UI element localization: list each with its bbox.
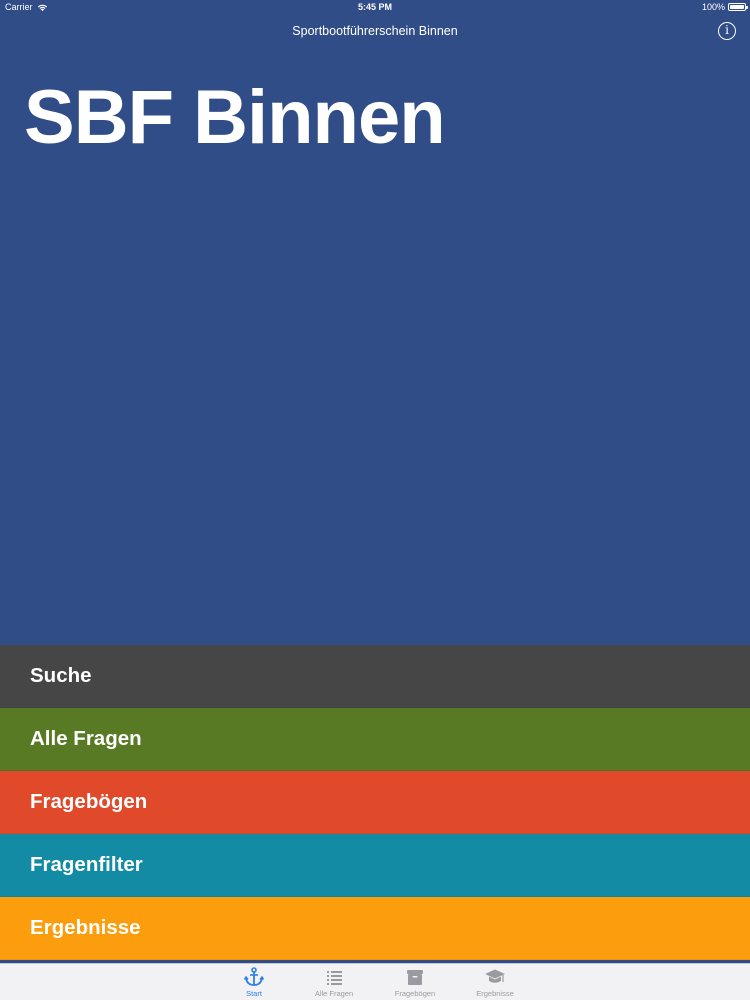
tab-label: Start xyxy=(246,989,262,998)
list-icon xyxy=(327,971,342,985)
battery-icon xyxy=(728,3,748,11)
menu-item-frageboegen[interactable]: Fragebögen xyxy=(0,771,750,834)
menu-item-fragenfilter[interactable]: Fragenfilter xyxy=(0,834,750,897)
tab-frageboegen[interactable]: Fragebögen xyxy=(375,964,455,1000)
tab-alle-fragen[interactable]: Alle Fragen xyxy=(294,964,374,1000)
menu-item-label: Fragebögen xyxy=(30,790,148,813)
menu-item-alle-fragen[interactable]: Alle Fragen xyxy=(0,708,750,771)
status-time: 5:45 PM xyxy=(357,2,392,12)
tab-label: Ergebnisse xyxy=(476,989,514,998)
status-bar: Carrier 5:45 PM 100% xyxy=(0,0,750,14)
menu-item-label: Fragenfilter xyxy=(30,853,143,876)
tab-bar: Start Alle Fragen Fragebögen Ergebnisse xyxy=(0,963,750,1000)
menu-item-suche[interactable]: Suche xyxy=(0,645,750,708)
navigation-bar: Sportbootführerschein Binnen i xyxy=(0,14,750,48)
tab-label: Alle Fragen xyxy=(314,989,354,998)
anchor-icon xyxy=(243,967,265,986)
tab-label: Fragebögen xyxy=(394,989,436,998)
battery-indicator: 100% xyxy=(701,2,748,12)
tab-ergebnisse[interactable]: Ergebnisse xyxy=(455,964,535,1000)
battery-percent: 100% xyxy=(701,2,725,12)
hero-title: SBF Binnen xyxy=(24,75,446,160)
graduation-cap-icon xyxy=(485,969,505,983)
info-icon[interactable]: i xyxy=(718,22,736,40)
menu-item-ergebnisse[interactable]: Ergebnisse xyxy=(0,897,750,960)
menu-item-label: Suche xyxy=(30,664,92,687)
main-menu: Suche Alle Fragen Fragebögen Fragenfilte… xyxy=(0,645,750,960)
menu-item-label: Ergebnisse xyxy=(30,916,141,939)
tab-start[interactable]: Start xyxy=(214,964,294,1000)
archive-box-icon xyxy=(407,970,423,985)
nav-title: Sportbootführerschein Binnen xyxy=(292,24,458,38)
menu-item-label: Alle Fragen xyxy=(30,727,142,750)
